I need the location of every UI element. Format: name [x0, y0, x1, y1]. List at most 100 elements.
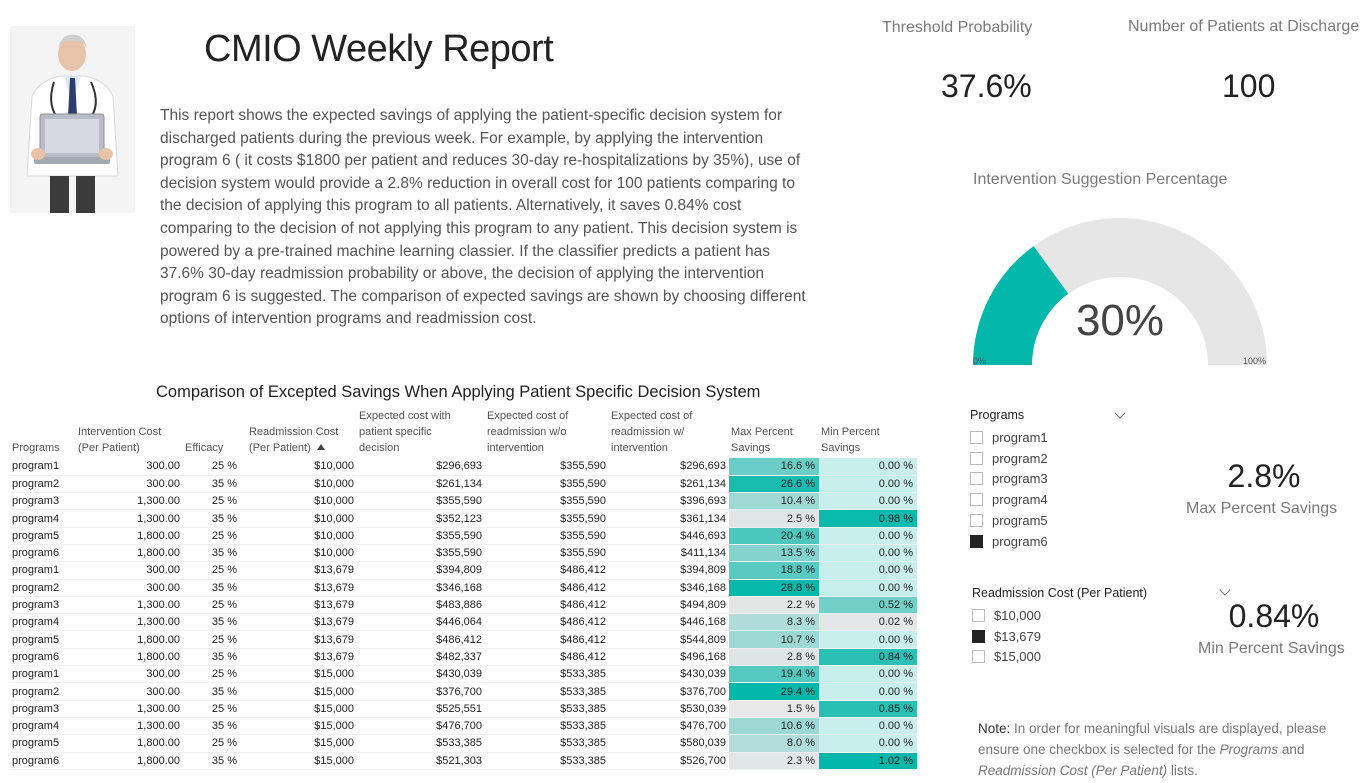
- table-row[interactable]: program6 1,800.00 35 % $15,000 $521,303 $533,…: [10, 752, 917, 770]
- table-cell: 0.00 %: [819, 544, 917, 563]
- table-cell: 0.00 %: [819, 492, 917, 511]
- table-row[interactable]: program5 1,800.00 25 % $15,000 $533,385 $533,…: [10, 734, 917, 753]
- checkbox-icon[interactable]: [972, 629, 985, 643]
- table-cell: $15,000: [247, 752, 357, 770]
- table-cell: 0.00 %: [819, 561, 917, 580]
- column-header[interactable]: Min Percent Savings: [819, 408, 917, 458]
- table-row[interactable]: program3 1,300.00 25 % $13,679 $483,886 $486,…: [10, 596, 917, 615]
- table-cell: program4: [10, 613, 76, 632]
- table-cell: $352,123: [357, 509, 485, 528]
- table-cell: $355,590: [357, 527, 485, 545]
- table-cell: $13,679: [247, 579, 357, 597]
- program-option-label: program3: [992, 471, 1048, 487]
- table-cell: 35 %: [183, 544, 247, 563]
- table-cell: 28.8 %: [729, 579, 819, 597]
- column-header[interactable]: Max Percent Savings: [729, 408, 819, 458]
- max-savings-label: Max Percent Savings: [1186, 500, 1338, 517]
- table-cell: $10,000: [247, 527, 357, 545]
- table-row[interactable]: program3 1,300.00 25 % $15,000 $525,551 $533,…: [10, 700, 917, 718]
- table-row[interactable]: program4 1,300.00 35 % $13,679 $446,064 $486,…: [10, 613, 917, 632]
- table-cell: 2.2 %: [729, 596, 819, 615]
- table-row[interactable]: program4 1,300.00 35 % $10,000 $352,123 $355,…: [10, 509, 917, 528]
- table-cell: $486,412: [357, 630, 485, 649]
- table-cell: $376,700: [609, 682, 729, 701]
- table-cell: $533,385: [485, 734, 609, 753]
- table-cell: 35 %: [183, 475, 247, 494]
- table-row[interactable]: program6 1,800.00 35 % $10,000 $355,590 $355,…: [10, 544, 917, 563]
- note-emph-programs: Programs: [1219, 742, 1279, 757]
- chevron-down-icon[interactable]: [1219, 584, 1231, 596]
- checkbox-icon[interactable]: [970, 451, 983, 465]
- table-cell: $521,303: [357, 752, 485, 770]
- table-cell: 1,800.00: [76, 527, 183, 545]
- program-option[interactable]: program4: [970, 492, 1048, 507]
- table-cell: 25 %: [183, 700, 247, 718]
- table-cell: $394,809: [357, 561, 485, 580]
- column-header[interactable]: Efficacy: [183, 408, 247, 458]
- table-cell: 0.02 %: [819, 613, 917, 632]
- table-row[interactable]: program2 300.00 35 % $13,679 $346,168 $486,41…: [10, 579, 917, 597]
- table-cell: $486,412: [485, 630, 609, 649]
- checkbox-icon[interactable]: [970, 534, 983, 548]
- program-option[interactable]: program2: [970, 451, 1048, 466]
- column-header[interactable]: Intervention Cost (Per Patient): [76, 408, 183, 458]
- readmission-cost-option[interactable]: $15,000: [972, 649, 1041, 664]
- table-cell: 10.4 %: [729, 492, 819, 511]
- table-cell: 0.00 %: [819, 579, 917, 597]
- column-header[interactable]: Expected cost with patient specific decisi…: [357, 408, 485, 458]
- table-cell: $10,000: [247, 544, 357, 563]
- table-cell: 0.52 %: [819, 596, 917, 615]
- table-cell: program6: [10, 752, 76, 770]
- table-row[interactable]: program2 300.00 35 % $15,000 $376,700 $533,38…: [10, 682, 917, 701]
- checkbox-icon[interactable]: [970, 493, 983, 507]
- table-cell: $261,134: [609, 475, 729, 494]
- checkbox-icon[interactable]: [970, 513, 983, 527]
- table-cell: $13,679: [247, 561, 357, 580]
- readmission-cost-option[interactable]: $10,000: [972, 608, 1041, 623]
- sort-ascending-icon[interactable]: [316, 444, 325, 450]
- column-header[interactable]: Expected cost of readmission w/interventi…: [609, 408, 729, 458]
- column-header[interactable]: Expected cost of readmission w/o intervent…: [485, 408, 609, 458]
- table-cell: 26.6 %: [729, 475, 819, 494]
- note-label: Note:: [978, 721, 1011, 736]
- table-row[interactable]: program2 300.00 35 % $10,000 $261,134 $355,59…: [10, 475, 917, 494]
- table-cell: 8.3 %: [729, 613, 819, 632]
- table-cell: 29.4 %: [729, 682, 819, 701]
- checkbox-icon[interactable]: [970, 431, 983, 444]
- table-cell: $15,000: [247, 717, 357, 736]
- program-option[interactable]: program1: [970, 430, 1048, 445]
- table-cell: program1: [10, 458, 76, 476]
- table-cell: $411,134: [609, 544, 729, 563]
- program-option[interactable]: program5: [970, 513, 1048, 528]
- table-cell: 8.0 %: [729, 734, 819, 753]
- table-cell: program4: [10, 509, 76, 528]
- doctor-photo: [10, 26, 135, 213]
- table-cell: $446,168: [609, 613, 729, 632]
- table-row[interactable]: program6 1,800.00 35 % $13,679 $482,337 $486,…: [10, 648, 917, 667]
- table-cell: $496,168: [609, 648, 729, 667]
- program-option[interactable]: program3: [970, 471, 1048, 486]
- readmission-cost-option-label: $15,000: [994, 649, 1041, 665]
- savings-table: Programs Intervention Cost (Per Patient) Ef…: [10, 408, 917, 770]
- table-row[interactable]: program3 1,300.00 25 % $10,000 $355,590 $355,…: [10, 492, 917, 511]
- column-header[interactable]: Programs: [10, 408, 76, 458]
- table-row[interactable]: program1 300.00 25 % $10,000 $296,693 $355,59…: [10, 458, 917, 476]
- table-row[interactable]: program1 300.00 25 % $15,000 $430,039 $533,38…: [10, 665, 917, 684]
- table-row[interactable]: program1 300.00 25 % $13,679 $394,809 $486,41…: [10, 561, 917, 580]
- table-cell: $15,000: [247, 734, 357, 753]
- table-cell: $15,000: [247, 700, 357, 718]
- chevron-down-icon[interactable]: [1114, 407, 1126, 419]
- program-option[interactable]: program6: [970, 534, 1048, 549]
- table-cell: 1.02 %: [819, 752, 917, 770]
- checkbox-icon[interactable]: [970, 472, 983, 486]
- column-header[interactable]: Readmission Cost (Per Patient): [247, 408, 357, 458]
- readmission-cost-option[interactable]: $13,679: [972, 629, 1041, 644]
- checkbox-icon[interactable]: [972, 609, 985, 622]
- table-row[interactable]: program5 1,800.00 25 % $10,000 $355,590 $355,…: [10, 527, 917, 545]
- checkbox-icon[interactable]: [972, 650, 985, 664]
- table-cell: 25 %: [183, 665, 247, 684]
- table-cell: $486,412: [485, 613, 609, 632]
- table-row[interactable]: program5 1,800.00 25 % $13,679 $486,412 $486,…: [10, 630, 917, 649]
- min-savings-label: Min Percent Savings: [1198, 640, 1345, 657]
- table-row[interactable]: program4 1,300.00 35 % $15,000 $476,700 $533,…: [10, 717, 917, 736]
